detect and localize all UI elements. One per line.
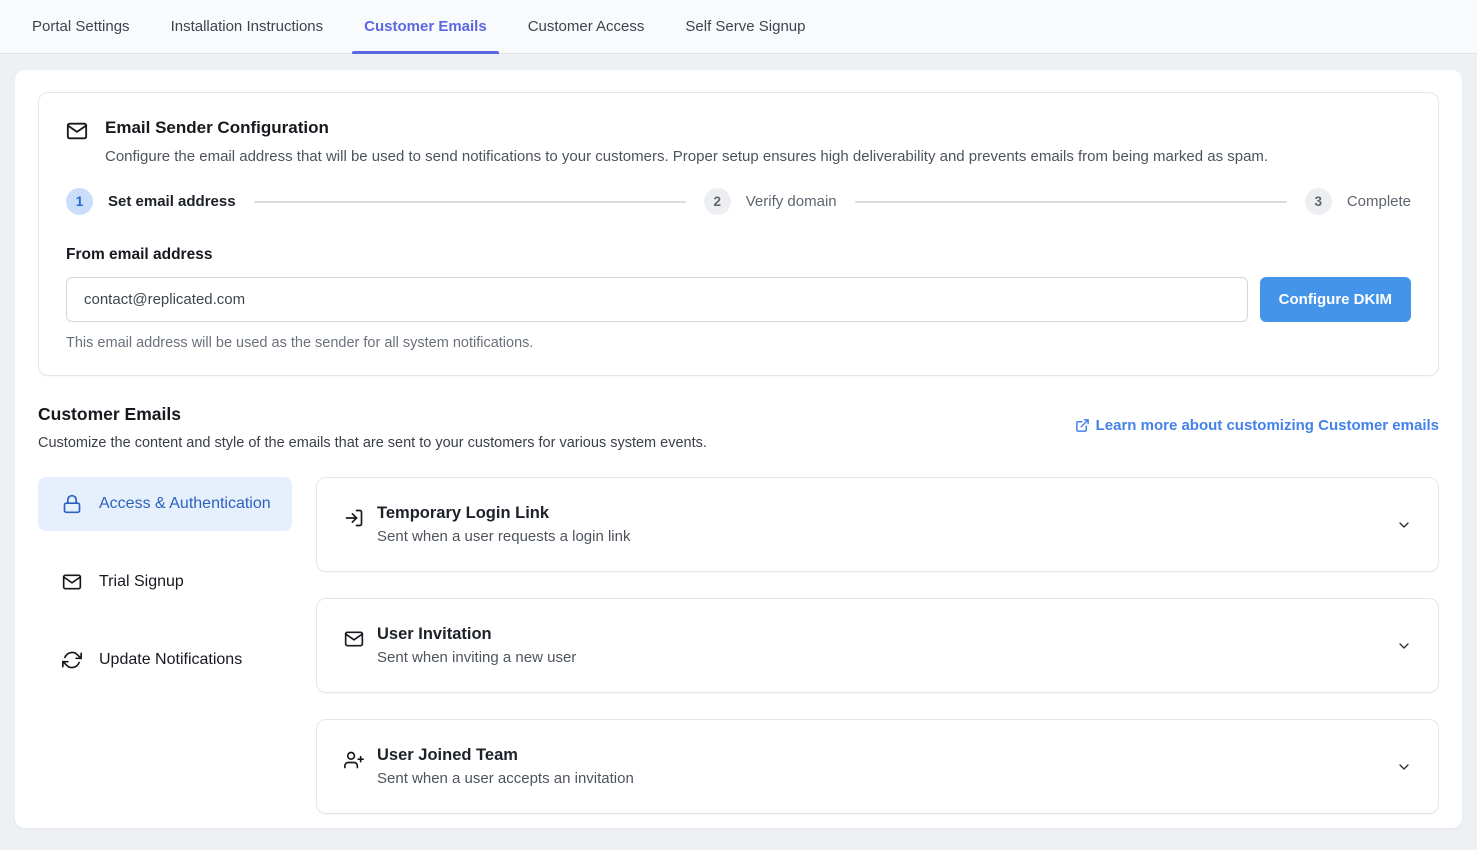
step-verify-domain: 2 Verify domain [704,188,837,215]
mail-icon [62,572,82,592]
sidebar-item-trial-signup[interactable]: Trial Signup [38,555,292,609]
step-label: Complete [1347,193,1411,210]
external-link-icon [1075,418,1090,433]
email-card-subtitle: Sent when a user accepts an invitation [377,769,634,789]
configure-dkim-button[interactable]: Configure DKIM [1260,277,1411,322]
tab-installation-instructions[interactable]: Installation Instructions [171,0,324,53]
sidebar-item-label: Access & Authentication [99,492,271,516]
customer-emails-section-description: Customize the content and style of the e… [38,435,707,451]
login-icon [344,508,364,528]
step-number-badge: 2 [704,188,731,215]
email-card-temporary-login-link[interactable]: Temporary Login Link Sent when a user re… [316,477,1439,572]
sidebar-item-label: Trial Signup [99,570,184,594]
mail-icon [66,120,88,142]
refresh-icon [62,650,82,670]
sender-config-description: Configure the email address that will be… [105,146,1268,167]
chevron-down-icon[interactable] [1396,759,1412,775]
user-plus-icon [344,750,364,770]
lock-icon [62,494,82,514]
step-number-badge: 3 [1305,188,1332,215]
from-email-label: From email address [66,246,1411,264]
step-connector [855,201,1287,203]
step-complete: 3 Complete [1305,188,1411,215]
settings-tab-bar: Portal Settings Installation Instruction… [0,0,1477,54]
mail-icon [344,629,364,649]
email-card-subtitle: Sent when inviting a new user [377,648,576,668]
email-card-user-joined-team[interactable]: User Joined Team Sent when a user accept… [316,719,1439,814]
sender-config-stepper: 1 Set email address 2 Verify domain 3 Co… [66,188,1411,215]
tab-customer-emails[interactable]: Customer Emails [364,0,487,53]
email-category-sidebar: Access & Authentication Trial Signup Upd… [38,477,292,840]
sidebar-item-label: Update Notifications [99,648,242,672]
step-label: Set email address [108,193,236,210]
sender-config-title: Email Sender Configuration [105,117,1268,139]
email-card-title: User Invitation [377,623,576,645]
customer-emails-section-title: Customer Emails [38,404,707,425]
tab-self-serve-signup[interactable]: Self Serve Signup [685,0,805,53]
step-number-badge: 1 [66,188,93,215]
chevron-down-icon[interactable] [1396,638,1412,654]
email-template-list: Temporary Login Link Sent when a user re… [316,477,1439,840]
email-card-user-invitation[interactable]: User Invitation Sent when inviting a new… [316,598,1439,693]
step-connector [254,201,686,203]
step-label: Verify domain [746,193,837,210]
email-card-title: User Joined Team [377,744,634,766]
step-set-email-address: 1 Set email address [66,188,236,215]
sidebar-item-access-authentication[interactable]: Access & Authentication [38,477,292,531]
from-email-helper-text: This email address will be used as the s… [66,335,1411,351]
chevron-down-icon[interactable] [1396,517,1412,533]
email-card-subtitle: Sent when a user requests a login link [377,527,630,547]
tab-customer-access[interactable]: Customer Access [528,0,645,53]
learn-more-label: Learn more about customizing Customer em… [1096,417,1439,434]
sidebar-item-update-notifications[interactable]: Update Notifications [38,633,292,687]
email-card-title: Temporary Login Link [377,502,630,524]
customer-emails-panel: Email Sender Configuration Configure the… [15,70,1462,828]
learn-more-link[interactable]: Learn more about customizing Customer em… [1075,417,1439,434]
email-sender-configuration-card: Email Sender Configuration Configure the… [38,92,1439,376]
from-email-input[interactable] [66,277,1248,322]
tab-portal-settings[interactable]: Portal Settings [32,0,130,53]
